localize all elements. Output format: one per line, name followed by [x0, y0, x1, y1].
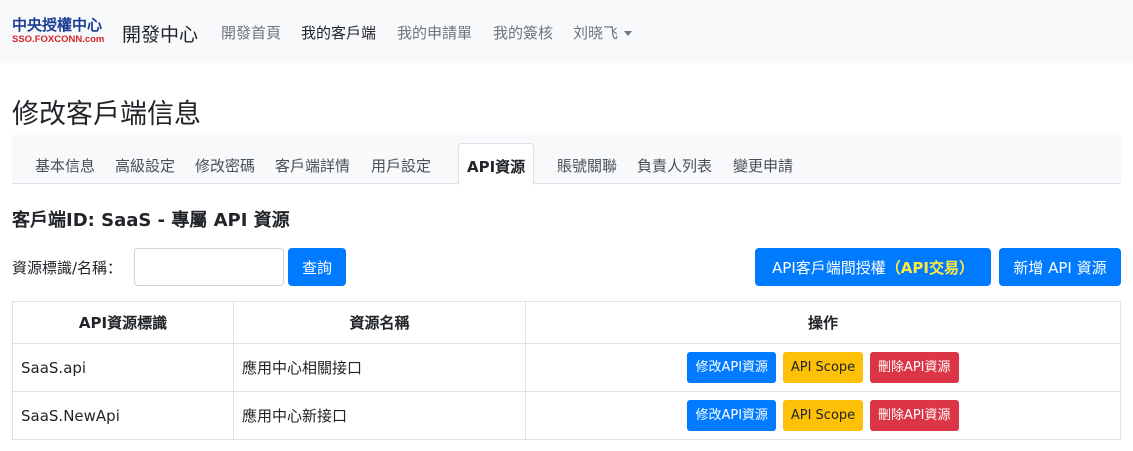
tab-client-details[interactable]: 客戶端詳情 [275, 155, 350, 176]
logo-text-cn: 中央授權中心 [12, 16, 103, 34]
user-menu[interactable]: 刘晓飞 [573, 22, 633, 43]
cell-resource-id: SaaS.NewApi [12, 391, 234, 440]
tab-advanced-settings[interactable]: 高級設定 [115, 155, 175, 176]
caret-down-icon [624, 31, 633, 36]
new-api-resource-button[interactable]: 新增 API 資源 [999, 248, 1121, 286]
brand-title[interactable]: 開發中心 [122, 20, 198, 47]
col-header-resource-name: 資源名稱 [233, 301, 526, 344]
brand-logo[interactable]: 中央授權中心 SSO.FOXCONN.com [12, 14, 112, 48]
delete-api-resource-button[interactable]: 刪除API資源 [869, 352, 959, 383]
nav-link-my-clients[interactable]: 我的客戶端 [301, 22, 376, 43]
delete-api-resource-button[interactable]: 刪除API資源 [869, 400, 959, 431]
page-title: 修改客戶端信息 [12, 99, 201, 130]
query-button[interactable]: 查詢 [288, 248, 346, 286]
tabs-bar: 基本信息 高級設定 修改密碼 客戶端詳情 用戶設定 API資源 賬號關聯 負責人… [12, 135, 1121, 185]
tab-api-resources[interactable]: API資源 [458, 143, 535, 185]
logo-text-en: SSO.FOXCONN.com [12, 34, 105, 45]
user-name: 刘晓飞 [573, 24, 619, 42]
edit-api-resource-button[interactable]: 修改API資源 [687, 400, 777, 431]
cell-resource-name: 應用中心相關接口 [233, 343, 526, 392]
search-input[interactable] [134, 248, 284, 286]
api-scope-button[interactable]: API Scope [782, 400, 864, 431]
col-header-operations: 操作 [525, 301, 1121, 344]
tab-owner-list[interactable]: 負責人列表 [637, 155, 712, 176]
table-row: SaaS.api 應用中心相關接口 修改API資源 API Scope 刪除AP… [12, 343, 1121, 392]
top-navbar: 中央授權中心 SSO.FOXCONN.com 開發中心 開發首頁 我的客戶端 我… [0, 0, 1133, 63]
api-scope-button[interactable]: API Scope [782, 352, 864, 383]
nav-link-my-approvals[interactable]: 我的簽核 [493, 22, 553, 43]
nav-link-dev-home[interactable]: 開發首頁 [221, 22, 281, 43]
cell-operations: 修改API資源 API Scope 刪除API資源 [525, 343, 1121, 392]
grant-highlight: （API交易） [885, 258, 974, 277]
edit-api-resource-button[interactable]: 修改API資源 [687, 352, 777, 383]
tab-change-request[interactable]: 變更申請 [733, 155, 793, 176]
api-resource-table: API資源標識 資源名稱 操作 SaaS.api 應用中心相關接口 修改API資… [12, 301, 1121, 440]
tab-basic-info[interactable]: 基本信息 [35, 155, 95, 176]
cell-operations: 修改API資源 API Scope 刪除API資源 [525, 391, 1121, 440]
table-row: SaaS.NewApi 應用中心新接口 修改API資源 API Scope 刪除… [12, 391, 1121, 440]
nav-link-my-requests[interactable]: 我的申請單 [397, 22, 472, 43]
tab-change-password[interactable]: 修改密碼 [195, 155, 255, 176]
cell-resource-id: SaaS.api [12, 343, 234, 392]
table-header-row: API資源標識 資源名稱 操作 [12, 301, 1121, 344]
grant-label: API客戶端間授權 [772, 258, 886, 277]
col-header-resource-id: API資源標識 [12, 301, 234, 344]
cell-resource-name: 應用中心新接口 [233, 391, 526, 440]
section-subtitle: 客戶端ID: SaaS - 專屬 API 資源 [12, 210, 290, 231]
tab-account-link[interactable]: 賬號關聯 [557, 155, 617, 176]
tab-user-settings[interactable]: 用戶設定 [371, 155, 431, 176]
search-label: 資源標識/名稱： [12, 259, 123, 277]
api-grant-button[interactable]: API客戶端間授權 （API交易） [755, 248, 991, 286]
